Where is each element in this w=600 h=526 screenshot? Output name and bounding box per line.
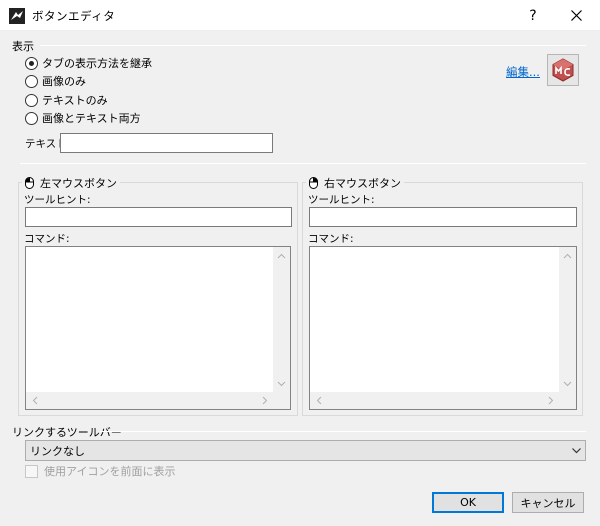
close-button[interactable] <box>562 0 590 31</box>
left-command-label: コマンド: <box>24 233 70 245</box>
display-group-label: 表示 <box>12 40 34 53</box>
ok-button[interactable]: OK <box>432 492 504 513</box>
left-vertical-scrollbar[interactable] <box>273 247 290 392</box>
macro-image-button[interactable] <box>547 54 579 86</box>
left-command-textarea[interactable] <box>25 246 291 410</box>
right-command-textarea[interactable] <box>309 246 577 410</box>
linked-toolbar-label: リンクするツールバー <box>12 426 122 439</box>
chevron-down-icon <box>572 448 581 454</box>
radio-label: テキストのみ <box>42 94 108 107</box>
radio-image-only[interactable]: 画像のみ <box>25 73 86 89</box>
scroll-down-icon[interactable] <box>273 375 290 392</box>
left-tooltip-label: ツールヒント: <box>24 194 91 206</box>
window-title: ボタンエディタ <box>32 9 116 23</box>
help-button[interactable]: ? <box>520 0 546 31</box>
right-tooltip-input[interactable] <box>309 207 577 227</box>
scroll-down-icon[interactable] <box>559 375 576 392</box>
title-bar: ボタンエディタ ? <box>0 0 600 31</box>
right-tooltip-label: ツールヒント: <box>308 194 375 206</box>
right-vertical-scrollbar[interactable] <box>559 247 576 392</box>
scroll-up-icon[interactable] <box>559 247 576 264</box>
show-icon-front-checkbox[interactable] <box>25 464 38 478</box>
left-mouse-group-title: 左マウスボタン <box>22 175 120 191</box>
display-group-separator <box>40 45 586 46</box>
text-field[interactable] <box>60 133 273 153</box>
section-separator <box>20 163 586 164</box>
show-icon-front-checkbox-row: 使用アイコンを前面に表示 <box>25 463 175 479</box>
radio-button[interactable] <box>25 56 38 70</box>
mouse-left-icon <box>25 177 34 189</box>
right-command-label: コマンド: <box>308 233 354 245</box>
mouse-right-icon <box>309 177 318 189</box>
radio-image-and-text[interactable]: 画像とテキスト両方 <box>25 110 141 126</box>
linked-toolbar-dropdown[interactable]: リンクなし <box>25 440 586 461</box>
radio-inherit-tab[interactable]: タブの表示方法を継承 <box>25 55 152 71</box>
scroll-right-icon[interactable] <box>542 392 559 409</box>
radio-button[interactable] <box>25 111 38 125</box>
radio-button[interactable] <box>25 74 38 88</box>
rhino-app-icon <box>9 8 25 24</box>
edit-link[interactable]: 編集... <box>506 64 540 80</box>
radio-button[interactable] <box>25 93 38 107</box>
radio-label: 画像のみ <box>42 75 86 88</box>
cancel-button[interactable]: キャンセル <box>512 492 584 513</box>
right-horizontal-scrollbar[interactable] <box>310 392 559 409</box>
radio-label: 画像とテキスト両方 <box>42 112 141 125</box>
left-horizontal-scrollbar[interactable] <box>26 392 273 409</box>
checkbox-label: 使用アイコンを前面に表示 <box>44 465 176 478</box>
left-tooltip-input[interactable] <box>25 207 292 227</box>
radio-text-only[interactable]: テキストのみ <box>25 92 108 108</box>
linked-toolbar-separator <box>100 431 586 432</box>
radio-label: タブの表示方法を継承 <box>42 57 152 70</box>
scroll-left-icon[interactable] <box>26 392 43 409</box>
scroll-up-icon[interactable] <box>273 247 290 264</box>
dropdown-selected-value: リンクなし <box>30 444 85 458</box>
right-mouse-group-title: 右マウスボタン <box>306 175 404 191</box>
close-icon <box>570 10 582 21</box>
macro-icon <box>552 58 574 82</box>
scroll-right-icon[interactable] <box>256 392 273 409</box>
scroll-left-icon[interactable] <box>310 392 327 409</box>
